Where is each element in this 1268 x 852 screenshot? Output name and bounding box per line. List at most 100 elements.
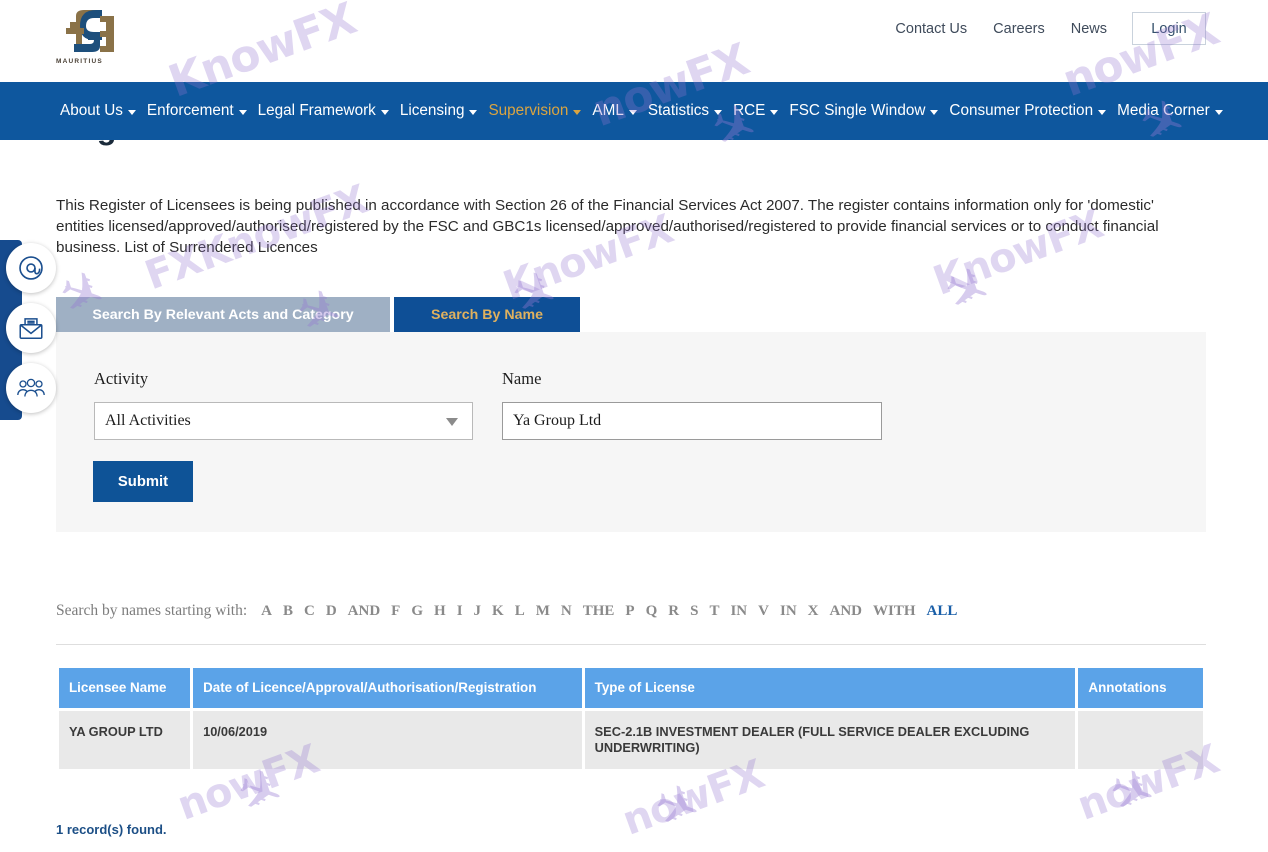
table-row: YA GROUP LTD10/06/2019SEC-2.1B INVESTMEN… <box>59 711 1203 769</box>
table-header-row: Licensee Name Date of Licence/Approval/A… <box>59 668 1203 708</box>
alpha-search-row: Search by names starting with: ABCD AND FG… <box>56 602 1206 620</box>
alpha-link-f[interactable]: F <box>391 603 400 620</box>
column-header-type-of-license[interactable]: Type of License <box>585 668 1076 708</box>
alpha-link-in[interactable]: IN <box>780 603 797 620</box>
chevron-down-icon <box>1098 110 1106 115</box>
people-icon <box>16 375 46 401</box>
chevron-down-icon <box>1215 110 1223 115</box>
alpha-link-g[interactable]: G <box>411 603 423 620</box>
search-panel: Activity All Activities Name Submit <box>56 332 1206 532</box>
main-navigation: About Us Enforcement Legal Framework Licens… <box>0 82 1268 140</box>
alpha-link-s[interactable]: S <box>690 603 698 620</box>
column-header-date[interactable]: Date of Licence/Approval/Authorisation/R… <box>193 668 582 708</box>
alpha-link-with[interactable]: WITH <box>873 603 916 620</box>
column-header-licensee-name[interactable]: Licensee Name <box>59 668 190 708</box>
cell-type-of-license: SEC-2.1B INVESTMENT DEALER (FULL SERVICE… <box>585 711 1076 769</box>
alpha-link-p[interactable]: P <box>625 603 634 620</box>
alpha-link-d[interactable]: D <box>326 603 337 620</box>
header-link-news[interactable]: News <box>1058 21 1120 37</box>
cell-date: 10/06/2019 <box>193 711 582 769</box>
nav-item-label: Media Corner <box>1117 102 1210 120</box>
alpha-search-label: Search by names starting with: <box>56 602 247 620</box>
activity-select[interactable]: All Activities <box>94 402 473 440</box>
fsc-logo-mark <box>56 6 120 62</box>
cell-licensee-name: YA GROUP LTD <box>59 711 190 769</box>
people-icon-button[interactable] <box>6 363 56 413</box>
alpha-link-v[interactable]: V <box>758 603 769 620</box>
nav-item-supervision[interactable]: Supervision <box>488 102 581 120</box>
chevron-down-icon <box>239 110 247 115</box>
chevron-down-icon <box>629 110 637 115</box>
alpha-link-l[interactable]: L <box>515 603 525 620</box>
alpha-link-r[interactable]: R <box>668 603 679 620</box>
search-tabs: Search By Relevant Acts and Category Sea… <box>56 297 580 332</box>
alpha-link-and[interactable]: AND <box>348 603 381 620</box>
alpha-link-h[interactable]: H <box>434 603 446 620</box>
at-icon <box>17 254 45 282</box>
submit-button[interactable]: Submit <box>93 461 193 502</box>
envelope-icon-button[interactable] <box>6 303 56 353</box>
nav-item-rce[interactable]: RCE <box>733 102 778 120</box>
nav-item-licensing[interactable]: Licensing <box>400 102 478 120</box>
activity-select-value: All Activities <box>105 412 191 430</box>
nav-item-fsc-single-window[interactable]: FSC Single Window <box>789 102 938 120</box>
alpha-link-t[interactable]: T <box>709 603 719 620</box>
alpha-link-in[interactable]: IN <box>730 603 747 620</box>
alpha-link-the[interactable]: THE <box>583 603 615 620</box>
alpha-link-a[interactable]: A <box>261 603 272 620</box>
nav-item-label: Statistics <box>648 102 709 120</box>
nav-item-label: About Us <box>60 102 123 120</box>
nav-item-about-us[interactable]: About Us <box>60 102 136 120</box>
name-label: Name <box>502 369 541 389</box>
header-link-contact-us[interactable]: Contact Us <box>882 21 980 37</box>
chevron-down-icon <box>930 110 938 115</box>
nav-item-label: FSC Single Window <box>789 102 925 120</box>
chevron-down-icon <box>446 418 458 426</box>
nav-item-aml[interactable]: AML <box>592 102 636 120</box>
divider <box>56 644 1206 645</box>
login-button[interactable]: Login <box>1132 12 1206 45</box>
chevron-down-icon <box>714 110 722 115</box>
record-count: 1 record(s) found. <box>56 822 167 837</box>
alpha-link-j[interactable]: J <box>474 603 482 620</box>
alpha-link-k[interactable]: K <box>492 603 504 620</box>
nav-item-label: Licensing <box>400 102 465 120</box>
alpha-link-b[interactable]: B <box>283 603 293 620</box>
name-input[interactable] <box>502 402 882 440</box>
header-link-careers[interactable]: Careers <box>980 21 1058 37</box>
envelope-icon <box>17 315 45 341</box>
alpha-link-and[interactable]: AND <box>830 603 863 620</box>
at-icon-button[interactable] <box>6 243 56 293</box>
alpha-link-x[interactable]: X <box>808 603 819 620</box>
alpha-link-m[interactable]: M <box>536 603 550 620</box>
nav-item-label: RCE <box>733 102 765 120</box>
chevron-down-icon <box>128 110 136 115</box>
chevron-down-icon <box>469 110 477 115</box>
nav-item-media-corner[interactable]: Media Corner <box>1117 102 1223 120</box>
nav-item-label: Legal Framework <box>258 102 376 120</box>
nav-item-legal-framework[interactable]: Legal Framework <box>258 102 389 120</box>
chevron-down-icon <box>770 110 778 115</box>
nav-item-label: Enforcement <box>147 102 234 120</box>
logo-caption: MAURITIUS <box>56 58 120 65</box>
nav-item-label: AML <box>592 102 623 120</box>
nav-item-enforcement[interactable]: Enforcement <box>147 102 247 120</box>
alpha-link-q[interactable]: Q <box>646 603 658 620</box>
alpha-link-i[interactable]: I <box>457 603 463 620</box>
nav-item-consumer-protection[interactable]: Consumer Protection <box>949 102 1106 120</box>
nav-item-statistics[interactable]: Statistics <box>648 102 722 120</box>
column-header-annotations[interactable]: Annotations <box>1078 668 1203 708</box>
alpha-link-n[interactable]: N <box>561 603 572 620</box>
results-table: Licensee Name Date of Licence/Approval/A… <box>56 665 1206 772</box>
alpha-link-all[interactable]: ALL <box>927 603 958 620</box>
activity-label: Activity <box>94 369 148 389</box>
chevron-down-icon <box>381 110 389 115</box>
cell-annotations <box>1078 711 1203 769</box>
nav-item-label: Consumer Protection <box>949 102 1093 120</box>
site-header: MAURITIUS Contact Us Careers News Login <box>0 0 1268 82</box>
page-intro-text: This Register of Licensees is being publ… <box>56 195 1196 258</box>
chevron-down-icon <box>573 110 581 115</box>
tab-search-by-name[interactable]: Search By Name <box>394 297 580 332</box>
tab-search-by-acts-category[interactable]: Search By Relevant Acts and Category <box>56 297 390 332</box>
alpha-link-c[interactable]: C <box>304 603 315 620</box>
